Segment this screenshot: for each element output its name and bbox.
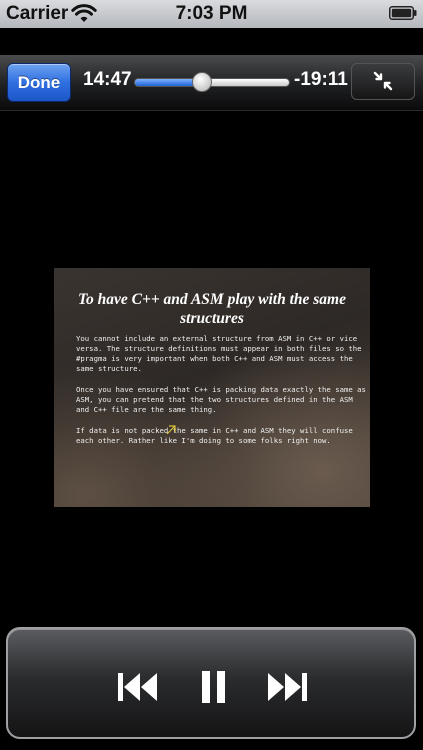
slide-paragraph: You cannot include an external structure… (76, 334, 362, 373)
remaining-time: -19:11 (294, 69, 348, 90)
battery-icon (389, 6, 417, 20)
previous-track-icon (118, 673, 157, 701)
player-top-bar: Done 14:47 -19:11 (0, 55, 423, 111)
transport-controls-panel (6, 627, 416, 739)
status-clock: 7:03 PM (175, 3, 248, 24)
pause-button[interactable] (189, 667, 237, 707)
slide-paragraph: If data is not packed the same in C++ an… (76, 426, 353, 445)
video-player-screen: Carrier 7:03 PM Done 14:47 -19:11 To hav… (0, 0, 423, 750)
pause-icon (202, 671, 225, 703)
scrubber-thumb[interactable] (191, 72, 212, 92)
done-button[interactable]: Done (7, 63, 71, 102)
video-frame[interactable]: To have C++ and ASM play with the same s… (54, 268, 370, 507)
mouse-cursor-icon (166, 425, 176, 435)
elapsed-time: 14:47 (83, 69, 132, 90)
previous-track-button[interactable] (114, 667, 162, 707)
slide-title: To have C++ and ASM play with the same s… (78, 291, 346, 327)
fullscreen-toggle-button[interactable] (351, 63, 415, 100)
next-track-button[interactable] (263, 667, 311, 707)
slide-paragraph: Once you have ensured that C++ is packin… (76, 385, 366, 414)
status-bar: Carrier 7:03 PM (0, 0, 423, 28)
fullscreen-toggle-icon (373, 71, 393, 91)
playback-scrubber[interactable] (134, 72, 290, 94)
scrubber-track (134, 78, 290, 87)
next-track-icon (268, 673, 307, 701)
